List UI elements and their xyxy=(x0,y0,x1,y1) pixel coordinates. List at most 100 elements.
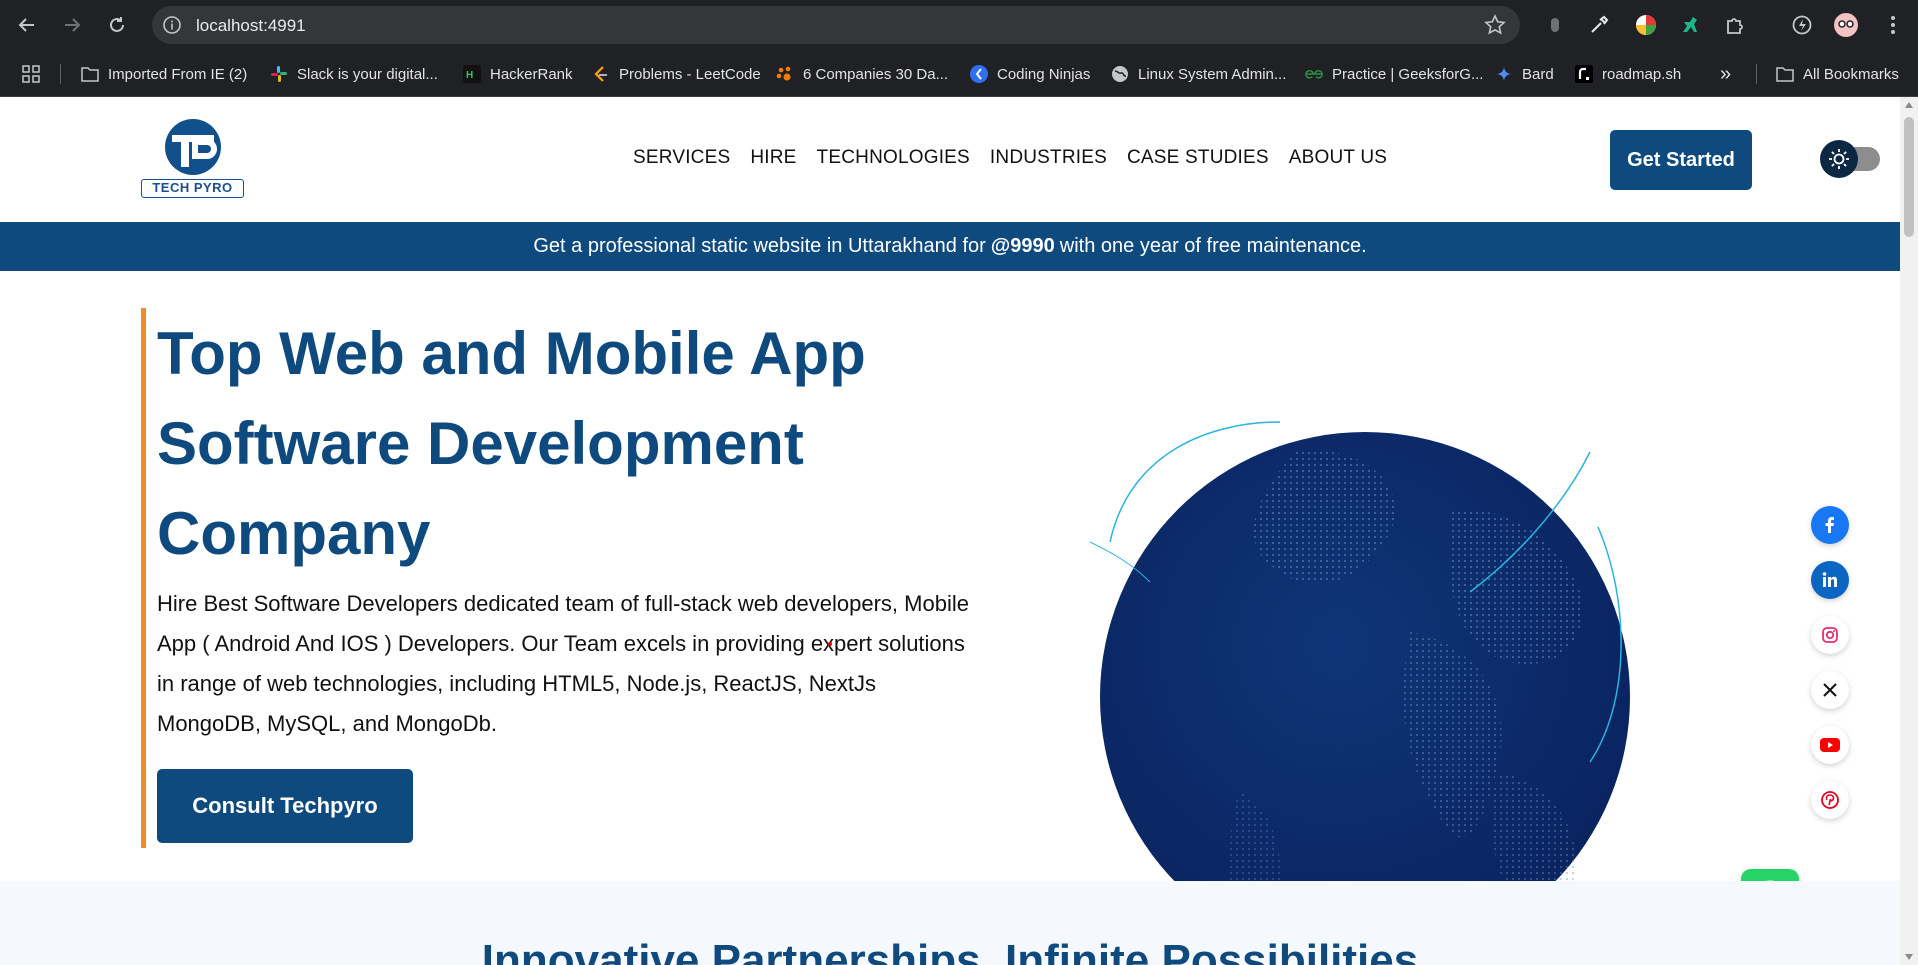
eyedropper-icon xyxy=(1591,15,1609,33)
bookmark-item[interactable]: Coding Ninjas xyxy=(970,63,1090,85)
facebook-link[interactable] xyxy=(1811,506,1849,544)
apps-button[interactable] xyxy=(22,63,40,85)
nav-about-us[interactable]: ABOUT US xyxy=(1289,147,1387,169)
back-button[interactable] xyxy=(14,12,40,38)
bookmark-star-icon[interactable] xyxy=(1484,14,1506,36)
site-header: TECH PYRO SERVICES HIRE TECHNOLOGIES IND… xyxy=(0,97,1900,222)
chevron-double-right-icon: » xyxy=(1720,62,1732,85)
nav-industries[interactable]: INDUSTRIES xyxy=(990,147,1107,169)
promo-text-after: with one year of free maintenance. xyxy=(1059,235,1367,257)
browser-menu-button[interactable] xyxy=(1880,12,1906,38)
pinterest-link[interactable] xyxy=(1811,781,1849,819)
hero-accent-bar xyxy=(141,308,146,848)
linkedin-link[interactable] xyxy=(1811,561,1849,599)
kebab-menu-icon xyxy=(1891,16,1895,34)
extensions-button[interactable] xyxy=(1722,12,1748,38)
bookmark-label: Practice | GeeksforG... xyxy=(1332,65,1484,83)
performance-button[interactable] xyxy=(1789,12,1815,38)
site-info-icon[interactable] xyxy=(162,15,182,35)
avatar-icon xyxy=(1834,13,1858,37)
browser-toolbar: localhost:4991 xyxy=(0,0,1918,50)
svg-text:H: H xyxy=(466,70,473,81)
logo-wordmark: TECH PYRO xyxy=(141,179,244,198)
reload-button[interactable] xyxy=(104,12,130,38)
bookmark-label: Problems - LeetCode xyxy=(619,65,761,83)
profile-avatar[interactable] xyxy=(1833,12,1859,38)
all-bookmarks-label: All Bookmarks xyxy=(1803,65,1899,83)
address-bar[interactable]: localhost:4991 xyxy=(152,6,1520,44)
logo-mark-icon xyxy=(165,119,221,175)
hackerrank-icon: H xyxy=(463,65,481,83)
nav-case-studies[interactable]: CASE STUDIES xyxy=(1127,147,1269,169)
bookmark-item[interactable]: Slack is your digital... xyxy=(270,63,438,85)
theme-toggle[interactable] xyxy=(1820,140,1880,178)
nav-technologies[interactable]: TECHNOLOGIES xyxy=(817,147,970,169)
puzzle-icon xyxy=(1727,18,1743,34)
x-twitter-link[interactable] xyxy=(1811,671,1849,709)
hero-title-line: Company xyxy=(157,500,431,567)
instagram-link[interactable] xyxy=(1811,616,1849,654)
globe-icon xyxy=(1111,65,1129,83)
scroll-thumb[interactable] xyxy=(1904,117,1914,237)
bookmarks-divider xyxy=(1756,64,1757,84)
hero-title-line: Software Development xyxy=(157,410,804,477)
hero-title-line: Top Web and Mobile App xyxy=(157,320,866,387)
folder-icon xyxy=(81,65,99,83)
page-scrollbar[interactable] xyxy=(1900,97,1918,965)
hero-description: Hire Best Software Developers dedicated … xyxy=(157,591,969,736)
geeksforgeeks-icon xyxy=(1305,65,1323,83)
bookmark-item[interactable]: Problems - LeetCode xyxy=(592,63,761,85)
partnerships-section: Innovative Partnerships, Infinite Possib… xyxy=(0,881,1900,965)
bookmark-item[interactable]: Practice | GeeksforG... xyxy=(1305,63,1483,85)
folder-icon xyxy=(1776,65,1794,83)
bookmark-label: Imported From IE (2) xyxy=(108,65,248,83)
forward-button[interactable] xyxy=(59,12,85,38)
leetcode-icon xyxy=(592,65,610,83)
sun-icon xyxy=(1829,149,1849,169)
nav-hire[interactable]: HIRE xyxy=(750,147,796,169)
bookmark-item[interactable]: Linux System Admin... xyxy=(1111,63,1286,85)
youtube-link[interactable] xyxy=(1811,726,1849,764)
toggle-knob xyxy=(1820,140,1858,178)
section-title: Innovative Partnerships, Infinite Possib… xyxy=(481,936,1419,965)
eyedropper-extension[interactable] xyxy=(1586,12,1612,38)
web-page: TECH PYRO SERVICES HIRE TECHNOLOGIES IND… xyxy=(0,97,1900,965)
primary-nav: SERVICES HIRE TECHNOLOGIES INDUSTRIES CA… xyxy=(633,147,1407,169)
bookmark-label: HackerRank xyxy=(490,65,573,83)
bookmark-item[interactable]: roadmap.sh xyxy=(1575,63,1681,85)
extension-icon[interactable] xyxy=(1542,12,1568,38)
nav-services[interactable]: SERVICES xyxy=(633,147,730,169)
linkedin-icon xyxy=(1822,572,1837,587)
dino-icon xyxy=(1683,17,1697,32)
dino-extension[interactable] xyxy=(1677,12,1703,38)
scroll-down-arrow[interactable] xyxy=(1905,954,1913,960)
bookmark-label: Linux System Admin... xyxy=(1138,65,1287,83)
colorful-extension[interactable] xyxy=(1633,12,1659,38)
bookmark-item[interactable]: Bard xyxy=(1495,63,1554,85)
roadmap-icon xyxy=(1575,65,1593,83)
techpyro-logo[interactable]: TECH PYRO xyxy=(141,117,247,202)
youtube-icon xyxy=(1820,738,1840,752)
bookmark-label: roadmap.sh xyxy=(1602,65,1682,83)
all-bookmarks-button[interactable]: All Bookmarks xyxy=(1776,63,1899,85)
bookmark-label: Coding Ninjas xyxy=(997,65,1091,83)
x-icon xyxy=(1823,683,1837,697)
forward-arrow-icon xyxy=(65,18,81,32)
bookmark-item[interactable]: H HackerRank xyxy=(463,63,573,85)
bard-icon xyxy=(1495,65,1513,83)
back-arrow-icon xyxy=(18,18,34,32)
consult-techpyro-button[interactable]: Consult Techpyro xyxy=(157,769,413,843)
get-started-button[interactable]: Get Started xyxy=(1610,130,1752,190)
bookmark-item[interactable]: 6 Companies 30 Da... xyxy=(776,63,948,85)
scroll-up-arrow[interactable] xyxy=(1905,102,1913,108)
facebook-icon xyxy=(1825,517,1834,533)
cursor-dot xyxy=(828,642,832,646)
bookmark-label: Slack is your digital... xyxy=(297,65,438,83)
world-globe-illustration xyxy=(1090,421,1630,962)
hero-title: Top Web and Mobile App Software Developm… xyxy=(157,309,917,579)
bookmark-item[interactable]: Imported From IE (2) xyxy=(81,63,247,85)
bookmarks-divider xyxy=(60,64,61,84)
more-bookmarks-button[interactable]: » xyxy=(1720,63,1731,85)
promo-text-before: Get a professional static website in Utt… xyxy=(533,235,986,257)
slack-icon xyxy=(270,65,288,83)
